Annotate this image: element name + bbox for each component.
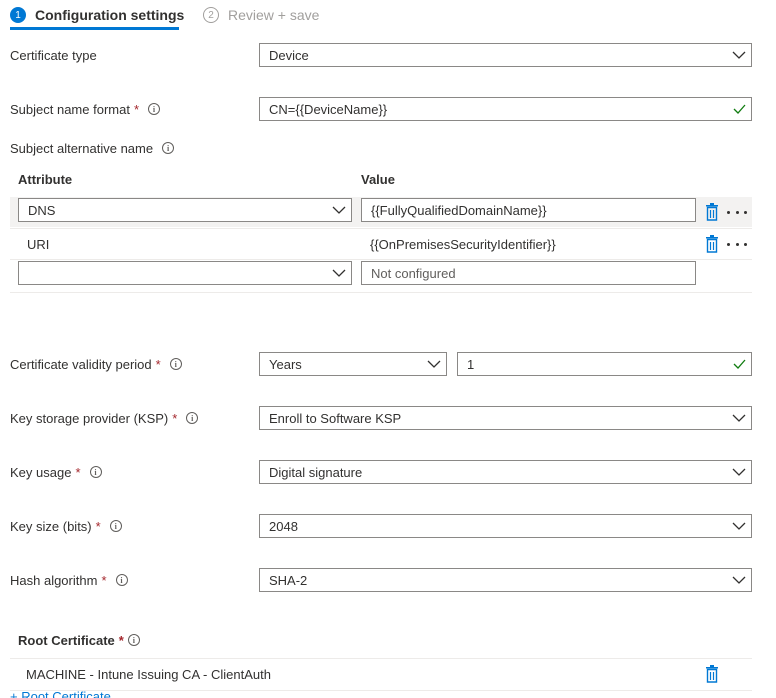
row-divider bbox=[10, 259, 752, 260]
selected-value: DNS bbox=[28, 202, 56, 218]
row-divider bbox=[10, 292, 752, 293]
tab-configuration-settings[interactable]: 1 Configuration settings bbox=[10, 4, 184, 26]
required-asterisk: * bbox=[75, 464, 81, 480]
info-icon[interactable]: i bbox=[169, 358, 182, 370]
input-placeholder: Not configured bbox=[371, 265, 456, 281]
label-text: Key usage bbox=[10, 464, 72, 480]
info-icon[interactable]: i bbox=[109, 520, 122, 532]
chevron-down-icon bbox=[422, 353, 446, 375]
chevron-down-icon bbox=[327, 199, 351, 221]
label-text: Certificate validity period bbox=[10, 356, 152, 372]
required-asterisk: * bbox=[118, 632, 124, 648]
san-attribute-dropdown-new[interactable] bbox=[18, 261, 352, 285]
san-value-input-new[interactable]: Not configured bbox=[361, 261, 696, 285]
input-value: 1 bbox=[467, 356, 475, 372]
step-number: 2 bbox=[203, 7, 219, 23]
chevron-down-icon bbox=[727, 44, 751, 66]
label-text: Subject name format bbox=[10, 101, 130, 117]
subject-name-format-input[interactable]: CN={{DeviceName}} bbox=[259, 97, 752, 121]
more-icon[interactable] bbox=[727, 240, 747, 248]
info-icon[interactable]: i bbox=[89, 466, 102, 478]
input-value: CN={{DeviceName}} bbox=[269, 101, 388, 117]
active-tab-indicator bbox=[10, 27, 179, 30]
tab-label: Configuration settings bbox=[35, 7, 185, 23]
info-icon[interactable]: i bbox=[162, 142, 175, 154]
add-root-certificate-link[interactable]: + Root Certificate bbox=[10, 689, 111, 698]
chevron-down-icon bbox=[727, 461, 751, 483]
info-icon[interactable]: i bbox=[148, 103, 161, 115]
input-value: {{FullyQualifiedDomainName}} bbox=[371, 202, 547, 218]
required-asterisk: * bbox=[101, 572, 107, 588]
required-asterisk: * bbox=[95, 518, 101, 534]
certificate-type-label: Certificate type bbox=[10, 45, 97, 65]
selected-value: Enroll to Software KSP bbox=[269, 410, 402, 426]
selected-value: Digital signature bbox=[269, 464, 363, 480]
ksp-label: Key storage provider (KSP) * i bbox=[10, 408, 199, 428]
key-usage-dropdown[interactable]: Digital signature bbox=[259, 460, 752, 484]
root-certificate-label: Root Certificate * i bbox=[18, 630, 140, 650]
chevron-down-icon bbox=[327, 262, 351, 284]
step-number: 1 bbox=[10, 7, 26, 23]
checkmark-icon bbox=[727, 359, 751, 369]
required-asterisk: * bbox=[133, 101, 140, 117]
subject-alternative-name-label: Subject alternative name i bbox=[10, 138, 175, 158]
tab-label: Review + save bbox=[228, 7, 320, 23]
certificate-type-dropdown[interactable]: Device bbox=[259, 43, 752, 67]
trash-icon[interactable] bbox=[705, 235, 719, 253]
hash-algorithm-label: Hash algorithm * i bbox=[10, 570, 128, 590]
more-icon[interactable] bbox=[727, 208, 747, 216]
row-divider bbox=[10, 228, 752, 229]
chevron-down-icon bbox=[727, 515, 751, 537]
column-header-value: Value bbox=[361, 171, 395, 187]
label-text: Subject alternative name bbox=[10, 140, 154, 156]
label-text: Certificate type bbox=[10, 47, 97, 63]
trash-icon[interactable] bbox=[705, 665, 719, 683]
ksp-dropdown[interactable]: Enroll to Software KSP bbox=[259, 406, 752, 430]
selected-value: Device bbox=[269, 47, 309, 63]
label-text: Key storage provider (KSP) bbox=[10, 410, 169, 426]
info-icon[interactable]: i bbox=[115, 574, 128, 586]
san-attribute-text: URI bbox=[27, 236, 50, 252]
row-divider bbox=[10, 658, 752, 659]
subject-name-format-label: Subject name format * i bbox=[10, 99, 161, 119]
label-text: Hash algorithm bbox=[10, 572, 98, 588]
trash-icon[interactable] bbox=[705, 203, 719, 221]
san-value-text: {{OnPremisesSecurityIdentifier}} bbox=[370, 236, 556, 252]
label-text: Root Certificate bbox=[18, 632, 115, 648]
required-asterisk: * bbox=[155, 356, 161, 372]
info-icon[interactable]: i bbox=[186, 412, 199, 424]
validity-period-label: Certificate validity period * i bbox=[10, 354, 182, 374]
selected-value: 2048 bbox=[269, 518, 298, 534]
validity-unit-dropdown[interactable]: Years bbox=[259, 352, 447, 376]
san-attribute-dropdown[interactable]: DNS bbox=[18, 198, 352, 222]
root-certificate-name: MACHINE - Intune Issuing CA - ClientAuth bbox=[26, 666, 271, 682]
validity-value-input[interactable]: 1 bbox=[457, 352, 752, 376]
san-value-input[interactable]: {{FullyQualifiedDomainName}} bbox=[361, 198, 696, 222]
chevron-down-icon bbox=[727, 569, 751, 591]
info-icon[interactable]: i bbox=[127, 634, 140, 646]
selected-value: SHA-2 bbox=[269, 572, 308, 588]
checkmark-icon bbox=[727, 104, 751, 114]
hash-algorithm-dropdown[interactable]: SHA-2 bbox=[259, 568, 752, 592]
chevron-down-icon bbox=[727, 407, 751, 429]
row-divider bbox=[10, 690, 752, 691]
key-size-dropdown[interactable]: 2048 bbox=[259, 514, 752, 538]
key-usage-label: Key usage * i bbox=[10, 462, 102, 482]
label-text: Key size (bits) bbox=[10, 518, 92, 534]
column-header-attribute: Attribute bbox=[18, 171, 73, 187]
key-size-label: Key size (bits) * i bbox=[10, 516, 122, 536]
required-asterisk: * bbox=[172, 410, 178, 426]
tab-review-save[interactable]: 2 Review + save bbox=[203, 4, 319, 26]
selected-value: Years bbox=[269, 356, 302, 372]
